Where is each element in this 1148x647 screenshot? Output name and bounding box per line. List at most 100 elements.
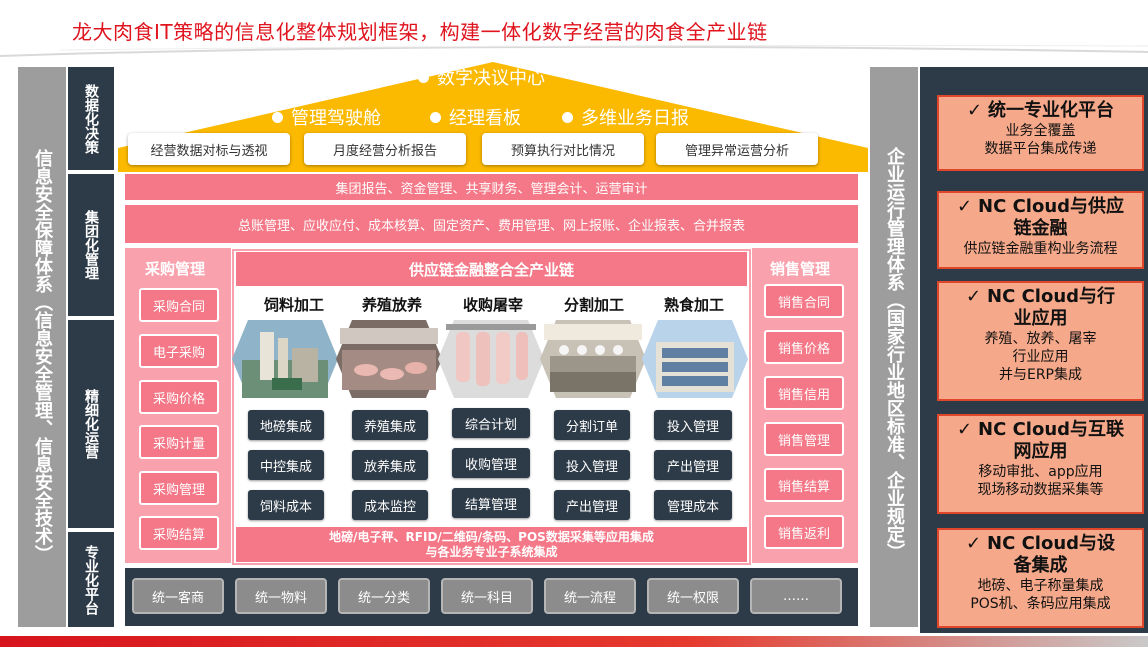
- stage-item-button[interactable]: 中控集成: [248, 450, 324, 480]
- stage-title: 分割加工: [563, 296, 624, 314]
- feature-title: ✓ NC Cloud与互联 网应用: [939, 419, 1142, 463]
- cutting-workshop-image: [540, 320, 646, 398]
- bullet-icon: [272, 111, 283, 123]
- purchase-item-button[interactable]: 电子采购: [139, 334, 219, 368]
- management-system-label: 企业运行管理体系（国家行业地区标准、企业规定）: [884, 147, 905, 561]
- purchase-title: 采购管理: [145, 260, 206, 278]
- stage-item-button[interactable]: 收购管理: [452, 448, 530, 478]
- security-system-label: 信息安全保障体系（信息安全管理、信息安全技术）: [32, 149, 53, 563]
- check-icon: ✓: [965, 533, 982, 554]
- platform-button[interactable]: ……: [750, 578, 842, 614]
- feature-line: 现场移动数据采集等: [977, 482, 1104, 498]
- integration-band: 地磅/电子秤、RFID/二维码/条码、POS数据采集等应用集成 与各业务专业子系…: [236, 527, 747, 562]
- stage-item-button[interactable]: 产出管理: [554, 490, 630, 520]
- stage-item-button[interactable]: 投入管理: [654, 410, 732, 440]
- bullet-icon: [430, 111, 441, 123]
- decision-center-label: 数字决议中心: [437, 68, 545, 89]
- feature-title-line: NC Cloud与供应: [978, 196, 1125, 217]
- feature-title: ✓ NC Cloud与供应 链金融: [939, 196, 1142, 240]
- decision-item-label: 经理看板: [449, 108, 521, 129]
- layer-group-label: 集团化管理: [83, 210, 99, 280]
- cooked-food-plant-image: [642, 320, 748, 398]
- feature-box: ✓ NC Cloud与互联 网应用 移动审批、app应用 现场移动数据采集等: [937, 414, 1144, 514]
- decision-item-label: 多维业务日报: [581, 108, 689, 129]
- feature-title-line: 链金融: [1013, 218, 1068, 239]
- decision-item: 经理看板: [430, 104, 521, 130]
- check-icon: ✓: [965, 286, 982, 307]
- stage-title: 收购屠宰: [462, 296, 523, 314]
- purchase-item-button[interactable]: 采购结算: [139, 516, 219, 550]
- sales-item-button[interactable]: 销售管理: [764, 422, 844, 456]
- purchase-item-button[interactable]: 采购合同: [139, 288, 219, 322]
- stage-item-button[interactable]: 产出管理: [654, 450, 732, 480]
- feature-box: ✓ NC Cloud与供应 链金融 供应链金融重构业务流程: [937, 191, 1144, 269]
- purchase-item-button[interactable]: 采购管理: [139, 471, 219, 505]
- feature-title-line: NC Cloud与互联: [978, 419, 1125, 440]
- platform-button[interactable]: 统一权限: [647, 578, 739, 614]
- feature-title-line: NC Cloud与行: [987, 286, 1116, 307]
- supply-chain-title: 供应链金融整合全产业链: [236, 252, 747, 286]
- platform-button[interactable]: 统一物料: [235, 578, 327, 614]
- feature-title: ✓ 统一专业化平台: [939, 100, 1142, 122]
- stage-item-button[interactable]: 成本监控: [352, 490, 428, 520]
- platform-button[interactable]: 统一分类: [338, 578, 430, 614]
- feature-line: 业务全覆盖: [1005, 123, 1076, 139]
- stage-item-button[interactable]: 结算管理: [452, 488, 530, 518]
- layer-decision: 数据化决策: [68, 67, 114, 170]
- layer-operation: 精细化运营: [68, 320, 114, 528]
- feature-title-line: 业应用: [1013, 308, 1068, 329]
- sales-item-button[interactable]: 销售返利: [764, 515, 844, 549]
- purchase-item-button[interactable]: 采购价格: [139, 380, 219, 414]
- decision-item-label: 管理驾驶舱: [291, 108, 381, 129]
- feature-line: 移动审批、app应用: [978, 464, 1103, 480]
- sales-item-button[interactable]: 销售信用: [764, 376, 844, 410]
- check-icon: ✓: [966, 100, 983, 121]
- platform-button[interactable]: 统一客商: [132, 578, 224, 614]
- layer-decision-label: 数据化决策: [83, 83, 99, 154]
- stage-item-button[interactable]: 分割订单: [554, 410, 630, 440]
- sales-item-button[interactable]: 销售价格: [764, 330, 844, 364]
- group-mgmt-row: 总账管理、应收应付、成本核算、固定资产、费用管理、网上报账、企业报表、合并报表: [125, 205, 858, 243]
- layer-group: 集团化管理: [68, 174, 114, 316]
- purchase-item-button[interactable]: 采购计量: [139, 425, 219, 459]
- feature-line: POS机、条码应用集成: [970, 596, 1111, 612]
- report-button[interactable]: 管理异常运营分析: [656, 133, 818, 165]
- platform-button[interactable]: 统一流程: [544, 578, 636, 614]
- bullet-icon: [418, 71, 429, 83]
- layer-operation-label: 精细化运营: [83, 389, 99, 459]
- sales-title: 销售管理: [770, 260, 831, 278]
- stage-item-button[interactable]: 地磅集成: [248, 410, 324, 440]
- stage-item-button[interactable]: 综合计划: [452, 408, 530, 438]
- decision-center: 数字决议中心: [418, 64, 545, 90]
- security-system-bar: 信息安全保障体系（信息安全管理、信息安全技术）: [18, 67, 66, 627]
- stage-item-button[interactable]: 放养集成: [352, 450, 428, 480]
- report-button[interactable]: 预算执行对比情况: [482, 133, 644, 165]
- check-icon: ✓: [956, 419, 973, 440]
- group-mgmt-row: 集团报告、资金管理、共享财务、管理会计、运营审计: [125, 174, 858, 200]
- stage-title: 饲料加工: [263, 296, 324, 314]
- sales-item-button[interactable]: 销售合同: [764, 284, 844, 318]
- report-button[interactable]: 经营数据对标与透视: [128, 133, 290, 165]
- decision-item: 管理驾驶舱: [272, 104, 381, 130]
- feature-title-line: NC Cloud与设: [987, 533, 1116, 554]
- sales-item-button[interactable]: 销售结算: [764, 468, 844, 502]
- stage-item-button[interactable]: 养殖集成: [352, 410, 428, 440]
- feature-title: ✓ NC Cloud与设 备集成: [939, 533, 1142, 577]
- pig-farm-image: [336, 320, 442, 398]
- stage-item-button[interactable]: 投入管理: [554, 450, 630, 480]
- feature-line: 数据平台集成传递: [984, 141, 1097, 157]
- slaughter-image: [438, 320, 544, 398]
- integration-line: 与各业务专业子系统集成: [425, 544, 558, 559]
- stage-title: 熟食加工: [663, 296, 724, 314]
- management-system-bar: 企业运行管理体系（国家行业地区标准、企业规定）: [870, 67, 918, 627]
- layer-platform: 专业化平台: [68, 532, 114, 627]
- stage-item-button[interactable]: 饲料成本: [248, 490, 324, 520]
- feature-title-line: 统一专业化平台: [988, 100, 1115, 121]
- report-button[interactable]: 月度经营分析报告: [304, 133, 466, 165]
- bottom-accent-line: [0, 636, 1148, 647]
- stage-item-button[interactable]: 管理成本: [654, 490, 732, 520]
- integration-line: 地磅/电子秤、RFID/二维码/条码、POS数据采集等应用集成: [329, 529, 654, 544]
- platform-button[interactable]: 统一科目: [441, 578, 533, 614]
- stage-title: 养殖放养: [361, 296, 422, 314]
- feed-factory-image: [232, 320, 338, 398]
